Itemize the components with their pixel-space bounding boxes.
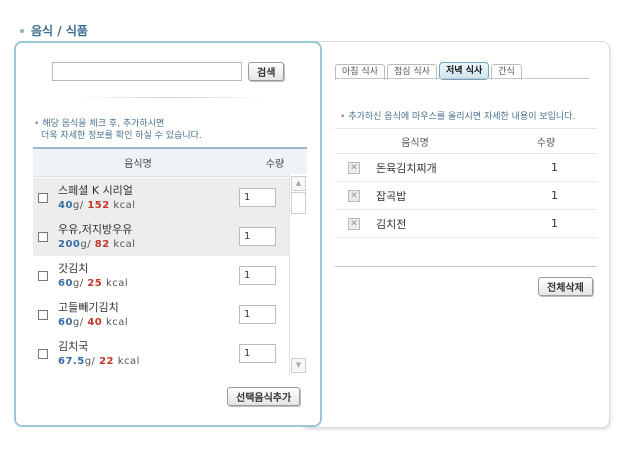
food-name: 우유,저지방우유 — [58, 222, 133, 236]
quantity-input[interactable] — [239, 227, 276, 246]
food-row[interactable]: 김치국 67.5g/ 22 kcal — [33, 334, 289, 373]
food-row[interactable]: 스페셜 K 시리얼 40g/ 152 kcal — [33, 178, 289, 217]
food-info: 김치국 67.5g/ 22 kcal — [58, 339, 239, 369]
food-info: 갓김치 60g/ 25 kcal — [58, 261, 239, 291]
food-nutrition: 60g/ 40 kcal — [58, 316, 129, 328]
scroll-up-icon[interactable]: ▲ — [291, 176, 306, 191]
search-input[interactable] — [52, 62, 242, 81]
scroll-thumb[interactable] — [291, 192, 306, 214]
food-notice: 해당 음식을 체크 후, 추가하시면 더욱 자세한 정보를 확인 하실 수 있습… — [34, 118, 202, 142]
meal-row: ✕ 잡곡밥 1 — [335, 182, 597, 210]
col-food-name: 음식명 — [124, 159, 152, 170]
meal-food-qty: 1 — [551, 161, 558, 174]
notice-line-2: 더욱 자세한 정보를 확인 하실 수 있습니다. — [41, 131, 202, 141]
meal-notice: 추가하신 음식에 마우스를 올리시면 자세한 내용이 보입니다. — [340, 109, 575, 122]
meal-row: ✕ 김치전 1 — [335, 210, 597, 238]
food-info: 고들빼기김치 60g/ 40 kcal — [58, 300, 239, 330]
meal-food-qty: 1 — [551, 189, 558, 202]
food-name: 스페셜 K 시리얼 — [58, 183, 133, 197]
food-nutrition: 40g/ 152 kcal — [58, 199, 136, 211]
tab-underline — [335, 78, 589, 79]
food-search-panel: 검색 해당 음식을 체크 후, 추가하시면 더욱 자세한 정보를 확인 하실 수… — [14, 41, 322, 427]
food-checkbox[interactable] — [38, 270, 48, 281]
food-name: 김치국 — [58, 339, 89, 353]
quantity-input[interactable] — [239, 188, 276, 207]
add-selected-food-button[interactable]: 선택음식추가 — [227, 387, 301, 406]
food-nutrition: 200g/ 82 kcal — [58, 238, 136, 250]
delete-icon[interactable]: ✕ — [348, 189, 360, 202]
quantity-input[interactable] — [239, 344, 276, 363]
col-quantity: 수량 — [265, 159, 285, 170]
page-title: 음식 / 식품 — [20, 22, 88, 39]
food-checkbox[interactable] — [38, 231, 48, 242]
quantity-input[interactable] — [239, 305, 276, 324]
food-info: 스페셜 K 시리얼 40g/ 152 kcal — [58, 183, 239, 213]
search-row: 검색 — [52, 62, 285, 81]
meal-food-name: 김치전 — [376, 217, 407, 231]
delete-icon[interactable]: ✕ — [348, 217, 360, 230]
food-row[interactable]: 우유,저지방우유 200g/ 82 kcal — [33, 217, 289, 256]
meal-food-name: 잡곡밥 — [376, 189, 407, 203]
search-button[interactable]: 검색 — [248, 62, 285, 81]
delete-icon[interactable]: ✕ — [348, 161, 360, 174]
quantity-input[interactable] — [239, 266, 276, 285]
food-name: 고들빼기김치 — [58, 300, 119, 314]
food-checkbox[interactable] — [38, 309, 48, 320]
meal-table-header: 음식명 수량 — [335, 128, 597, 154]
notice-line-1: 해당 음식을 체크 후, 추가하시면 — [34, 118, 202, 130]
food-info: 우유,저지방우유 200g/ 82 kcal — [58, 222, 239, 252]
meal-food-qty: 1 — [551, 217, 558, 230]
page-title-text: 음식 / 식품 — [31, 24, 88, 38]
food-table-header: 음식명 수량 — [33, 147, 307, 177]
food-nutrition: 67.5g/ 22 kcal — [58, 355, 140, 367]
delete-all-button[interactable]: 전체삭제 — [538, 277, 593, 296]
scroll-down-icon[interactable]: ▼ — [291, 358, 306, 373]
col-food-name: 음식명 — [401, 137, 429, 149]
bullet-icon — [20, 28, 24, 33]
meal-row: ✕ 돈육김치찌개 1 — [335, 154, 597, 182]
food-list: 스페셜 K 시리얼 40g/ 152 kcal 우유,저지방우유 200g/ 8… — [33, 178, 289, 373]
meal-list-bottom-line — [335, 266, 597, 267]
food-checkbox[interactable] — [38, 348, 48, 359]
divider — [76, 97, 266, 98]
food-nutrition: 60g/ 25 kcal — [58, 277, 129, 289]
food-checkbox[interactable] — [38, 192, 48, 203]
food-list-scrollbar[interactable]: ▲ ▼ — [289, 174, 306, 375]
meal-food-name: 돈육김치찌개 — [376, 161, 437, 175]
food-row[interactable]: 고들빼기김치 60g/ 40 kcal — [33, 295, 289, 334]
food-name: 갓김치 — [58, 261, 89, 275]
col-quantity: 수량 — [536, 137, 556, 149]
food-row[interactable]: 갓김치 60g/ 25 kcal — [33, 256, 289, 295]
